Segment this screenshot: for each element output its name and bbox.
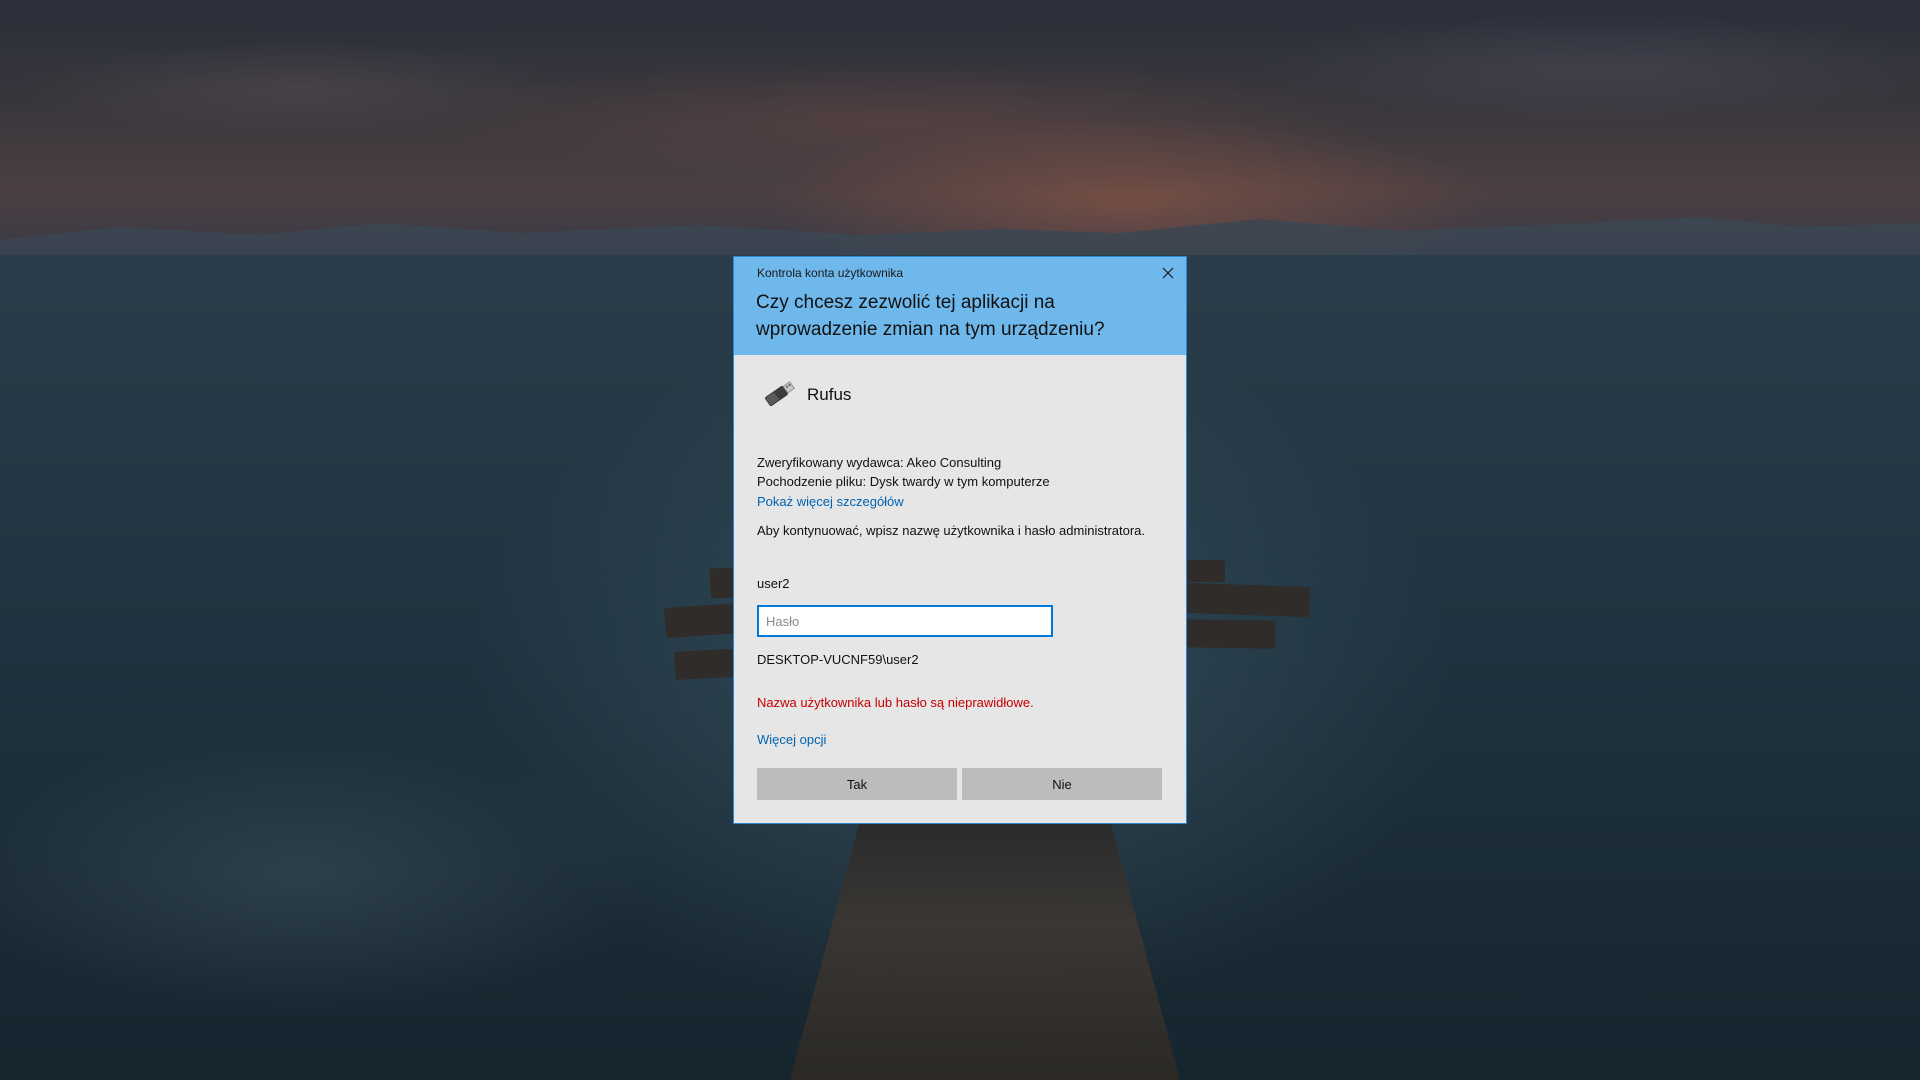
dialog-header: Kontrola konta użytkownika Czy chcesz ze… xyxy=(734,257,1186,355)
more-options-link[interactable]: Więcej opcji xyxy=(757,732,826,747)
pier-plank xyxy=(1184,619,1276,649)
show-details-link[interactable]: Pokaż więcej szczegółów xyxy=(757,494,904,509)
dialog-question: Czy chcesz zezwolić tej aplikacji na wpr… xyxy=(756,292,1105,340)
publisher-text: Zweryfikowany wydawca: Akeo Consulting xyxy=(757,455,1002,470)
username-label: user2 xyxy=(757,576,790,591)
domain-user-text: DESKTOP-VUCNF59\user2 xyxy=(757,652,919,667)
close-icon xyxy=(1162,267,1174,279)
password-field[interactable] xyxy=(757,605,1053,637)
pier-plank xyxy=(1184,582,1311,618)
pier-plank xyxy=(1185,560,1225,582)
yes-button[interactable]: Tak xyxy=(757,768,957,800)
error-message: Nazwa użytkownika lub hasło są nieprawid… xyxy=(757,695,1034,710)
file-origin-text: Pochodzenie pliku: Dysk twardy w tym kom… xyxy=(757,474,1050,489)
usb-drive-icon xyxy=(765,381,795,407)
desktop-background: Kontrola konta użytkownika Czy chcesz ze… xyxy=(0,0,1920,1080)
no-button[interactable]: Nie xyxy=(962,768,1162,800)
dialog-caption: Kontrola konta użytkownika xyxy=(757,266,904,280)
close-button[interactable] xyxy=(1158,263,1178,283)
app-name: Rufus xyxy=(807,385,852,404)
app-row: Rufus xyxy=(757,377,851,413)
uac-dialog: Kontrola konta użytkownika Czy chcesz ze… xyxy=(733,256,1187,824)
credentials-prompt: Aby kontynuować, wpisz nazwę użytkownika… xyxy=(757,523,1146,538)
